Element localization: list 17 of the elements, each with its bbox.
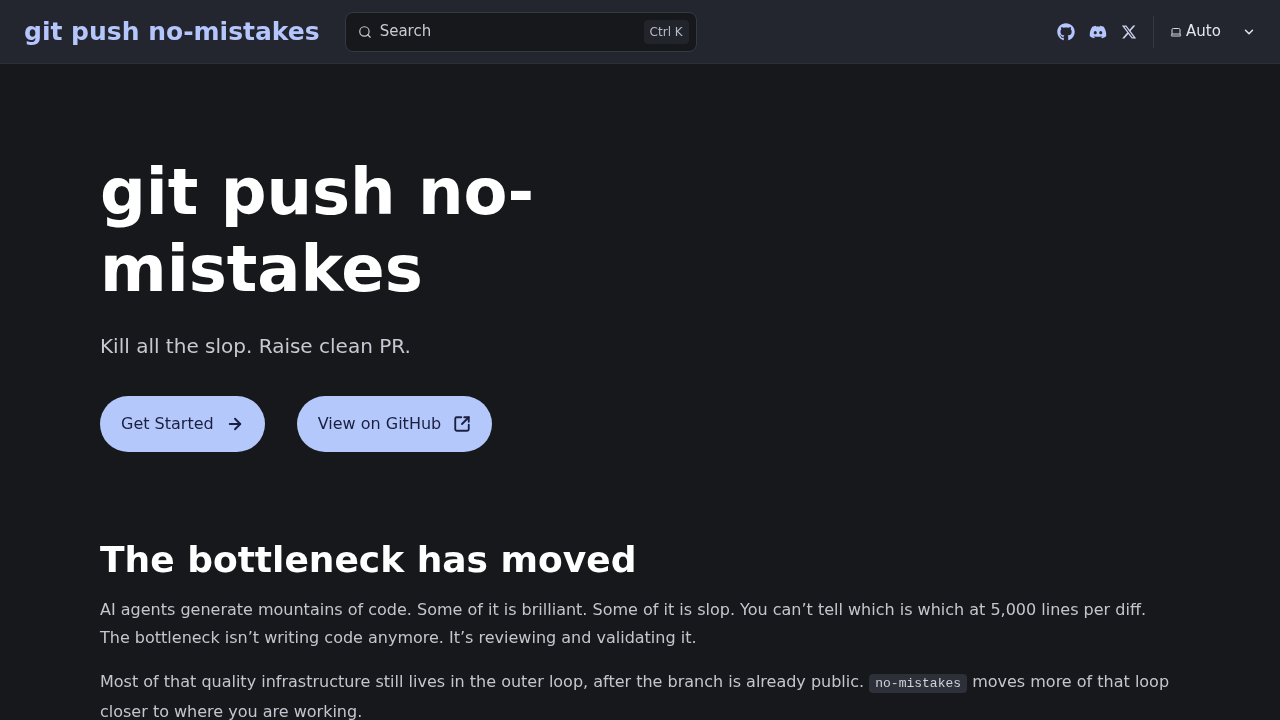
section-heading: The bottleneck has moved — [100, 538, 638, 582]
body-paragraph: Most of that quality infrastructure still lives in the outer loop, after the branch is already public. no-mistakes moves more of that loop closer to where you are working. — [100, 671, 1171, 720]
search-field[interactable]: Search Ctrl K — [344, 11, 697, 52]
search-placeholder: Search — [379, 21, 432, 43]
x-logo-icon[interactable] — [1121, 23, 1137, 40]
theme-select[interactable]: Auto — [1170, 20, 1256, 43]
hero-tagline: Kill all the slop. Raise clean PR. — [100, 333, 412, 360]
search-icon — [357, 24, 372, 39]
get-started-button[interactable]: Get Started — [100, 396, 265, 452]
site-logo[interactable]: git push no-mistakes — [24, 12, 320, 51]
keyboard-shortcut: Ctrl K — [643, 19, 689, 44]
external-link-icon — [453, 415, 472, 433]
github-link-button[interactable]: View on GitHub — [296, 396, 493, 452]
laptop-icon — [1170, 25, 1182, 38]
hero-title: git push no-mistakes — [100, 154, 536, 308]
github-icon[interactable] — [1057, 22, 1075, 41]
body-paragraph: AI agents generate mountains of code. Some of it is brilliant. Some of it is slop. You can’t tell which is which at 5,000 lines per diff. The bottleneck isn’t writing code anymore. It’s reviewing and validating it. — [100, 599, 1147, 649]
